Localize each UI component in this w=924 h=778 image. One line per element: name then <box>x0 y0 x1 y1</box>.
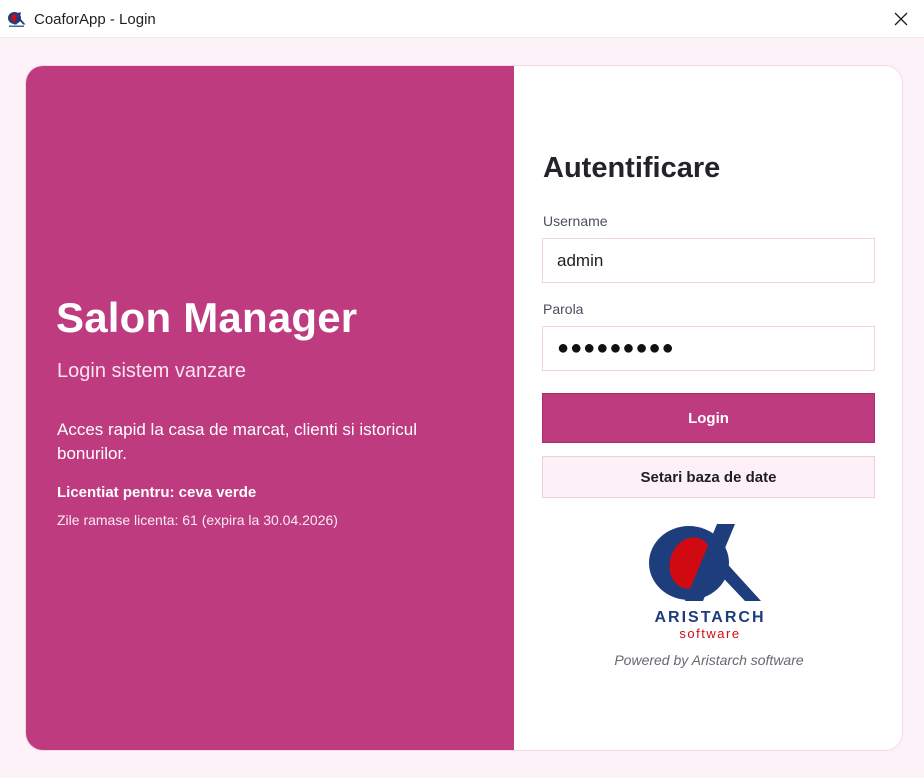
app-name-heading: Salon Manager <box>56 294 358 341</box>
form-title: Autentificare <box>543 152 721 184</box>
aristarch-logo: ARISTARCH software <box>649 524 765 641</box>
username-value: admin <box>557 250 604 270</box>
app-subtitle: Login sistem vanzare <box>57 360 246 382</box>
license-days-left: Zile ramase licenta: 61 (expira la 30.04… <box>57 512 338 528</box>
database-settings-button[interactable]: Setari baza de date <box>542 456 875 498</box>
logo-tagline: software <box>679 626 740 641</box>
password-input[interactable]: ●●●●●●●●● <box>542 326 875 371</box>
password-mask: ●●●●●●●●● <box>557 337 675 359</box>
login-button[interactable]: Login <box>542 393 875 443</box>
username-label: Username <box>543 213 608 229</box>
app-description: Acces rapid la casa de marcat, clienti s… <box>57 420 417 463</box>
close-button[interactable] <box>878 0 924 38</box>
login-card: Salon Manager Login sistem vanzare Acces… <box>25 65 903 751</box>
powered-by-text: Powered by Aristarch software <box>614 652 804 668</box>
login-form-panel: Autentificare Username admin Parola ●●●●… <box>514 66 902 750</box>
close-icon <box>894 12 908 26</box>
window-body: Salon Manager Login sistem vanzare Acces… <box>0 38 924 778</box>
username-input[interactable]: admin <box>542 238 875 283</box>
password-label: Parola <box>543 301 584 317</box>
window-title: CoaforApp - Login <box>34 11 156 28</box>
app-logo-icon <box>8 12 26 27</box>
title-bar: CoaforApp - Login <box>0 0 924 38</box>
license-holder: Licentiat pentru: ceva verde <box>57 484 257 501</box>
branding-panel: Salon Manager Login sistem vanzare Acces… <box>26 66 514 750</box>
logo-wordmark: ARISTARCH <box>654 609 765 626</box>
